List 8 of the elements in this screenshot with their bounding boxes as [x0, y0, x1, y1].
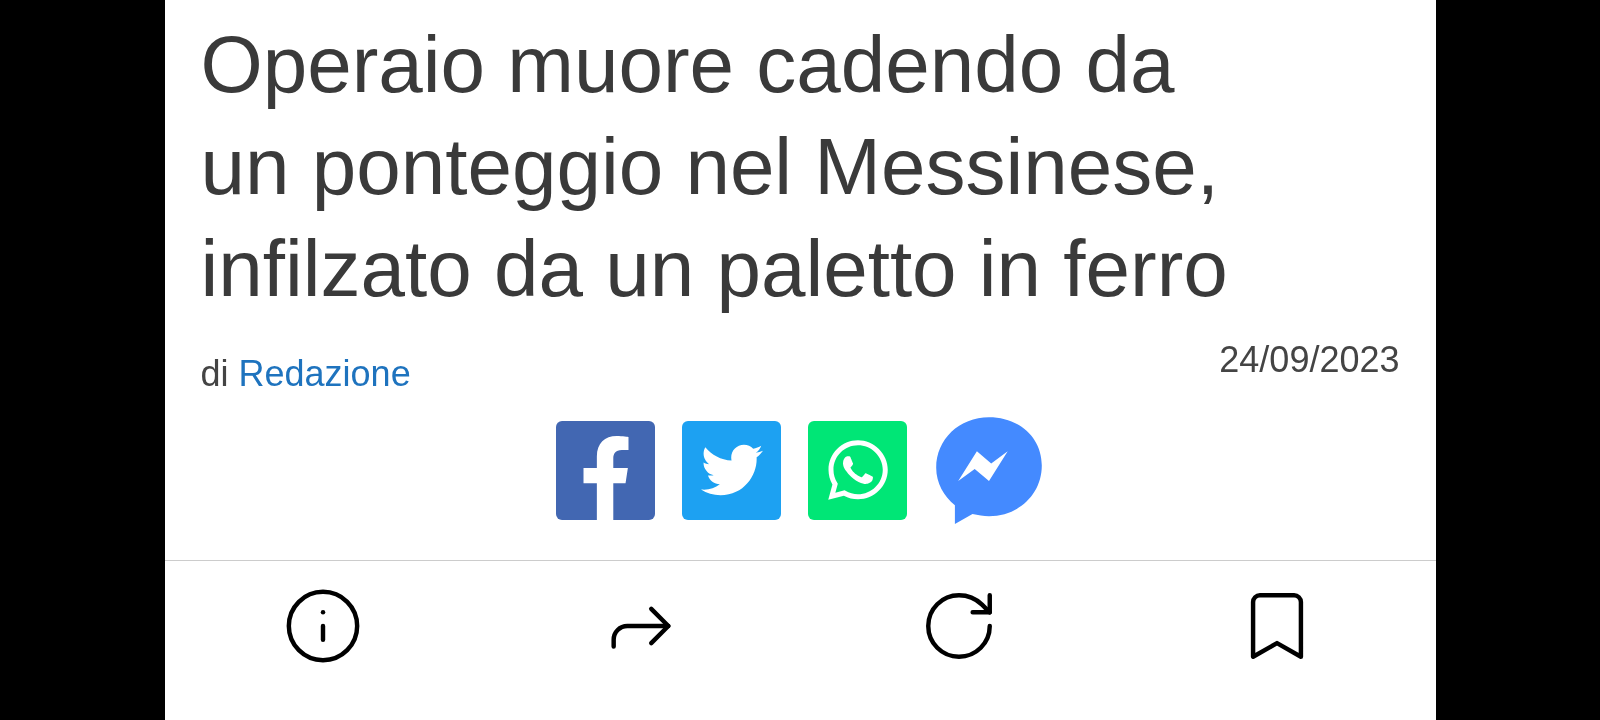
article-title: Operaio muore cadendo da un ponteggio nel Messinese, infilzato da un paletto in ferro: [200, 19, 1229, 315]
facebook-share-button[interactable]: [556, 420, 655, 520]
twitter-share-button[interactable]: [682, 420, 781, 520]
author-link[interactable]: Redazione: [238, 352, 411, 396]
byline-label: di: [200, 352, 229, 396]
messenger-share-button[interactable]: [934, 415, 1044, 525]
publish-date: 24/09/2023: [1219, 338, 1400, 382]
messenger-icon: [934, 415, 1044, 525]
